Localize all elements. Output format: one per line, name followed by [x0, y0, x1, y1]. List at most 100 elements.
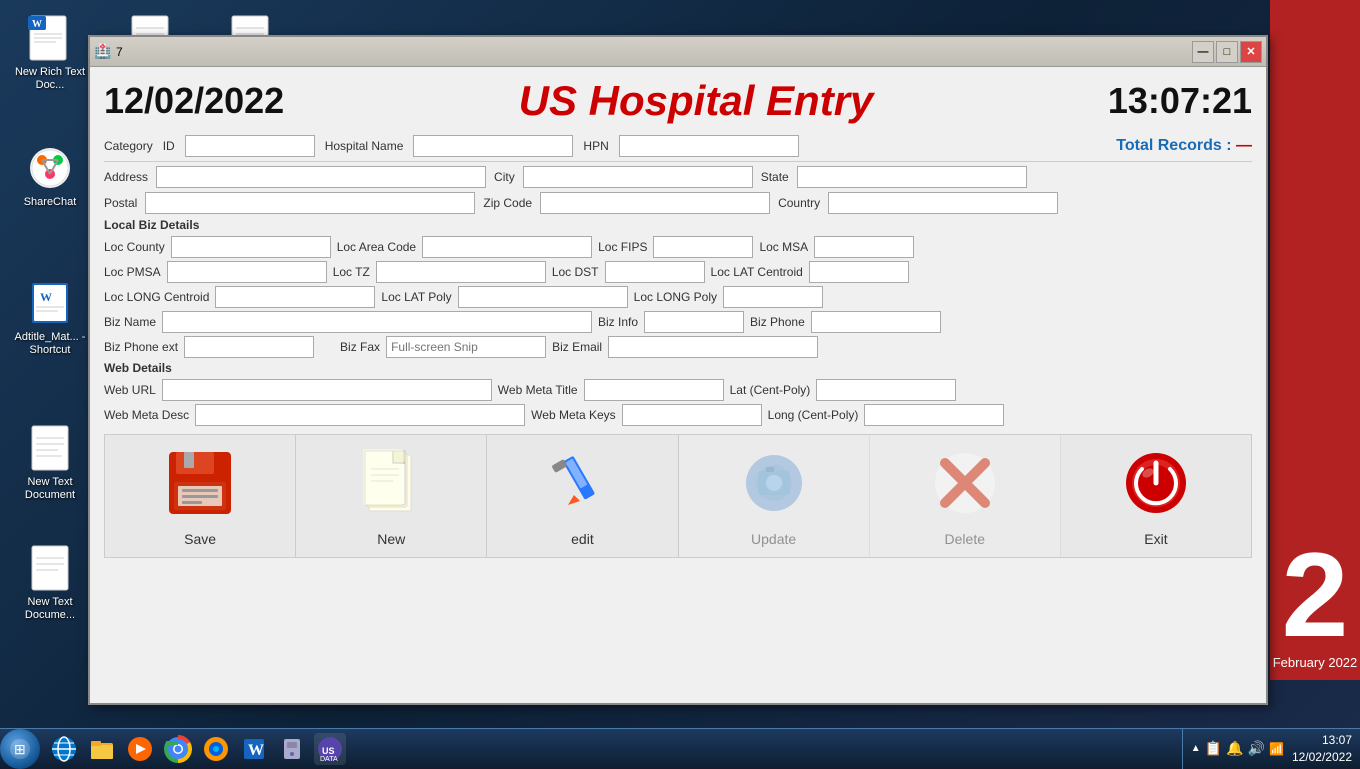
postal-label: Postal [104, 196, 137, 210]
desktop-icon-new-text-doc2[interactable]: New TextDocume... [10, 540, 90, 626]
loc-tz-label: Loc TZ [333, 265, 370, 279]
new-label: New [377, 531, 405, 547]
new-text-doc-icon-2 [26, 544, 74, 592]
taskbar-storage-icon[interactable] [276, 733, 308, 765]
id-input[interactable] [185, 135, 315, 157]
tray-volume-icon[interactable]: 🔊 [1248, 740, 1265, 757]
loc-dst-label: Loc DST [552, 265, 599, 279]
address-input[interactable] [156, 166, 486, 188]
lat-cent-poly-input[interactable] [816, 379, 956, 401]
taskbar-firefox-icon[interactable] [200, 733, 232, 765]
desktop-icon-new-text-doc1[interactable]: New TextDocument [10, 420, 90, 506]
delete-label: Delete [945, 531, 985, 547]
hpn-input[interactable] [619, 135, 799, 157]
minimize-button[interactable]: — [1192, 41, 1214, 63]
biz-info-input[interactable] [644, 311, 744, 333]
edit-icon [542, 443, 622, 523]
city-input[interactable] [523, 166, 753, 188]
loc-lat-centroid-label: Loc LAT Centroid [711, 265, 803, 279]
loc-fips-label: Loc FIPS [598, 240, 647, 254]
web-meta-title-input[interactable] [584, 379, 724, 401]
loc-area-code-input[interactable] [422, 236, 592, 258]
zip-code-input[interactable] [540, 192, 770, 214]
taskbar-chrome-icon[interactable] [162, 733, 194, 765]
total-records-label: Total Records : [1116, 137, 1231, 154]
biz-fax-input[interactable] [386, 336, 546, 358]
loc-lat-poly-label: Loc LAT Poly [381, 290, 451, 304]
loc-lat-centroid-input[interactable] [809, 261, 909, 283]
local-biz-title: Local Biz Details [104, 218, 1252, 232]
taskbar-media-icon[interactable] [124, 733, 156, 765]
biz-phone-ext-label: Biz Phone ext [104, 340, 178, 354]
hospital-name-input[interactable] [413, 135, 573, 157]
web-meta-desc-label: Web Meta Desc [104, 408, 189, 422]
web-meta-keys-input[interactable] [622, 404, 762, 426]
svg-text:⊞: ⊞ [14, 741, 26, 757]
delete-button[interactable]: Delete [870, 435, 1061, 557]
close-button[interactable]: ✕ [1240, 41, 1262, 63]
lat-cent-poly-label: Lat (Cent-Poly) [730, 383, 811, 397]
long-cent-poly-input[interactable] [864, 404, 1004, 426]
new-text-doc-label-1: New TextDocument [25, 476, 75, 502]
biz-email-input[interactable] [608, 336, 818, 358]
web-url-input[interactable] [162, 379, 492, 401]
desktop-icon-label: New Rich Text Doc... [14, 66, 86, 92]
taskbar-ie-icon[interactable] [48, 733, 80, 765]
update-button[interactable]: Update [679, 435, 870, 557]
taskbar-explorer-icon[interactable] [86, 733, 118, 765]
start-button[interactable]: ⊞ [0, 729, 40, 769]
loc-msa-label: Loc MSA [759, 240, 808, 254]
toolbar: Save [104, 434, 1252, 558]
calendar-widget: 2 February 2022 [1270, 0, 1360, 680]
new-button[interactable]: New [296, 435, 487, 557]
postal-input[interactable] [145, 192, 475, 214]
biz-name-input[interactable] [162, 311, 592, 333]
adtitle-label: Adtitle_Mat... - Shortcut [14, 331, 86, 357]
loc-msa-input[interactable] [814, 236, 914, 258]
edit-button[interactable]: edit [487, 435, 678, 557]
tray-network-icon[interactable]: 📶 [1269, 742, 1284, 756]
calendar-month-year: February 2022 [1273, 655, 1358, 670]
app-title: US Hospital Entry [519, 77, 874, 125]
taskbar-usdata-icon[interactable]: US DATA [314, 733, 346, 765]
loc-long-poly-input[interactable] [723, 286, 823, 308]
loc-long-centroid-input[interactable] [215, 286, 375, 308]
tray-icon-1: 📋 [1205, 740, 1222, 757]
desktop-icon-rich-text[interactable]: W New Rich Text Doc... [10, 10, 90, 96]
desktop-icon-adtitle[interactable]: W Adtitle_Mat... - Shortcut [10, 275, 90, 361]
total-records-value: — [1236, 137, 1252, 154]
exit-button[interactable]: Exit [1061, 435, 1251, 557]
loc-long-centroid-label: Loc LONG Centroid [104, 290, 209, 304]
maximize-button[interactable]: □ [1216, 41, 1238, 63]
loc-fips-input[interactable] [653, 236, 753, 258]
desktop-icon-sharechat[interactable]: ShareChat [10, 140, 90, 213]
title-bar-buttons: — □ ✕ [1192, 41, 1262, 63]
app-icon: 🏥 [94, 43, 112, 61]
save-button[interactable]: Save [105, 435, 296, 557]
loc-tz-input[interactable] [376, 261, 546, 283]
taskbar-word-icon[interactable]: W [238, 733, 270, 765]
divider-1 [104, 161, 1252, 162]
loc-lat-poly-input[interactable] [458, 286, 628, 308]
loc-county-input[interactable] [171, 236, 331, 258]
web-meta-desc-input[interactable] [195, 404, 525, 426]
tray-expand-icon[interactable]: ▲ [1191, 743, 1201, 754]
exit-icon [1116, 443, 1196, 523]
web-url-label: Web URL [104, 383, 156, 397]
delete-icon [925, 443, 1005, 523]
taskbar-tray: ▲ 📋 🔔 🔊 📶 [1182, 729, 1292, 769]
taskbar-clock: 13:07 12/02/2022 [1292, 732, 1360, 766]
biz-phone-ext-input[interactable] [184, 336, 314, 358]
svg-text:DATA: DATA [320, 756, 338, 763]
sharechat-icon [26, 144, 74, 192]
loc-dst-input[interactable] [605, 261, 705, 283]
biz-email-label: Biz Email [552, 340, 602, 354]
sharechat-label: ShareChat [24, 196, 77, 209]
state-input[interactable] [797, 166, 1027, 188]
app-time: 13:07:21 [1108, 80, 1252, 122]
save-label: Save [184, 531, 216, 547]
country-input[interactable] [828, 192, 1058, 214]
biz-phone-input[interactable] [811, 311, 941, 333]
loc-pmsa-input[interactable] [167, 261, 327, 283]
web-details-title: Web Details [104, 361, 1252, 375]
